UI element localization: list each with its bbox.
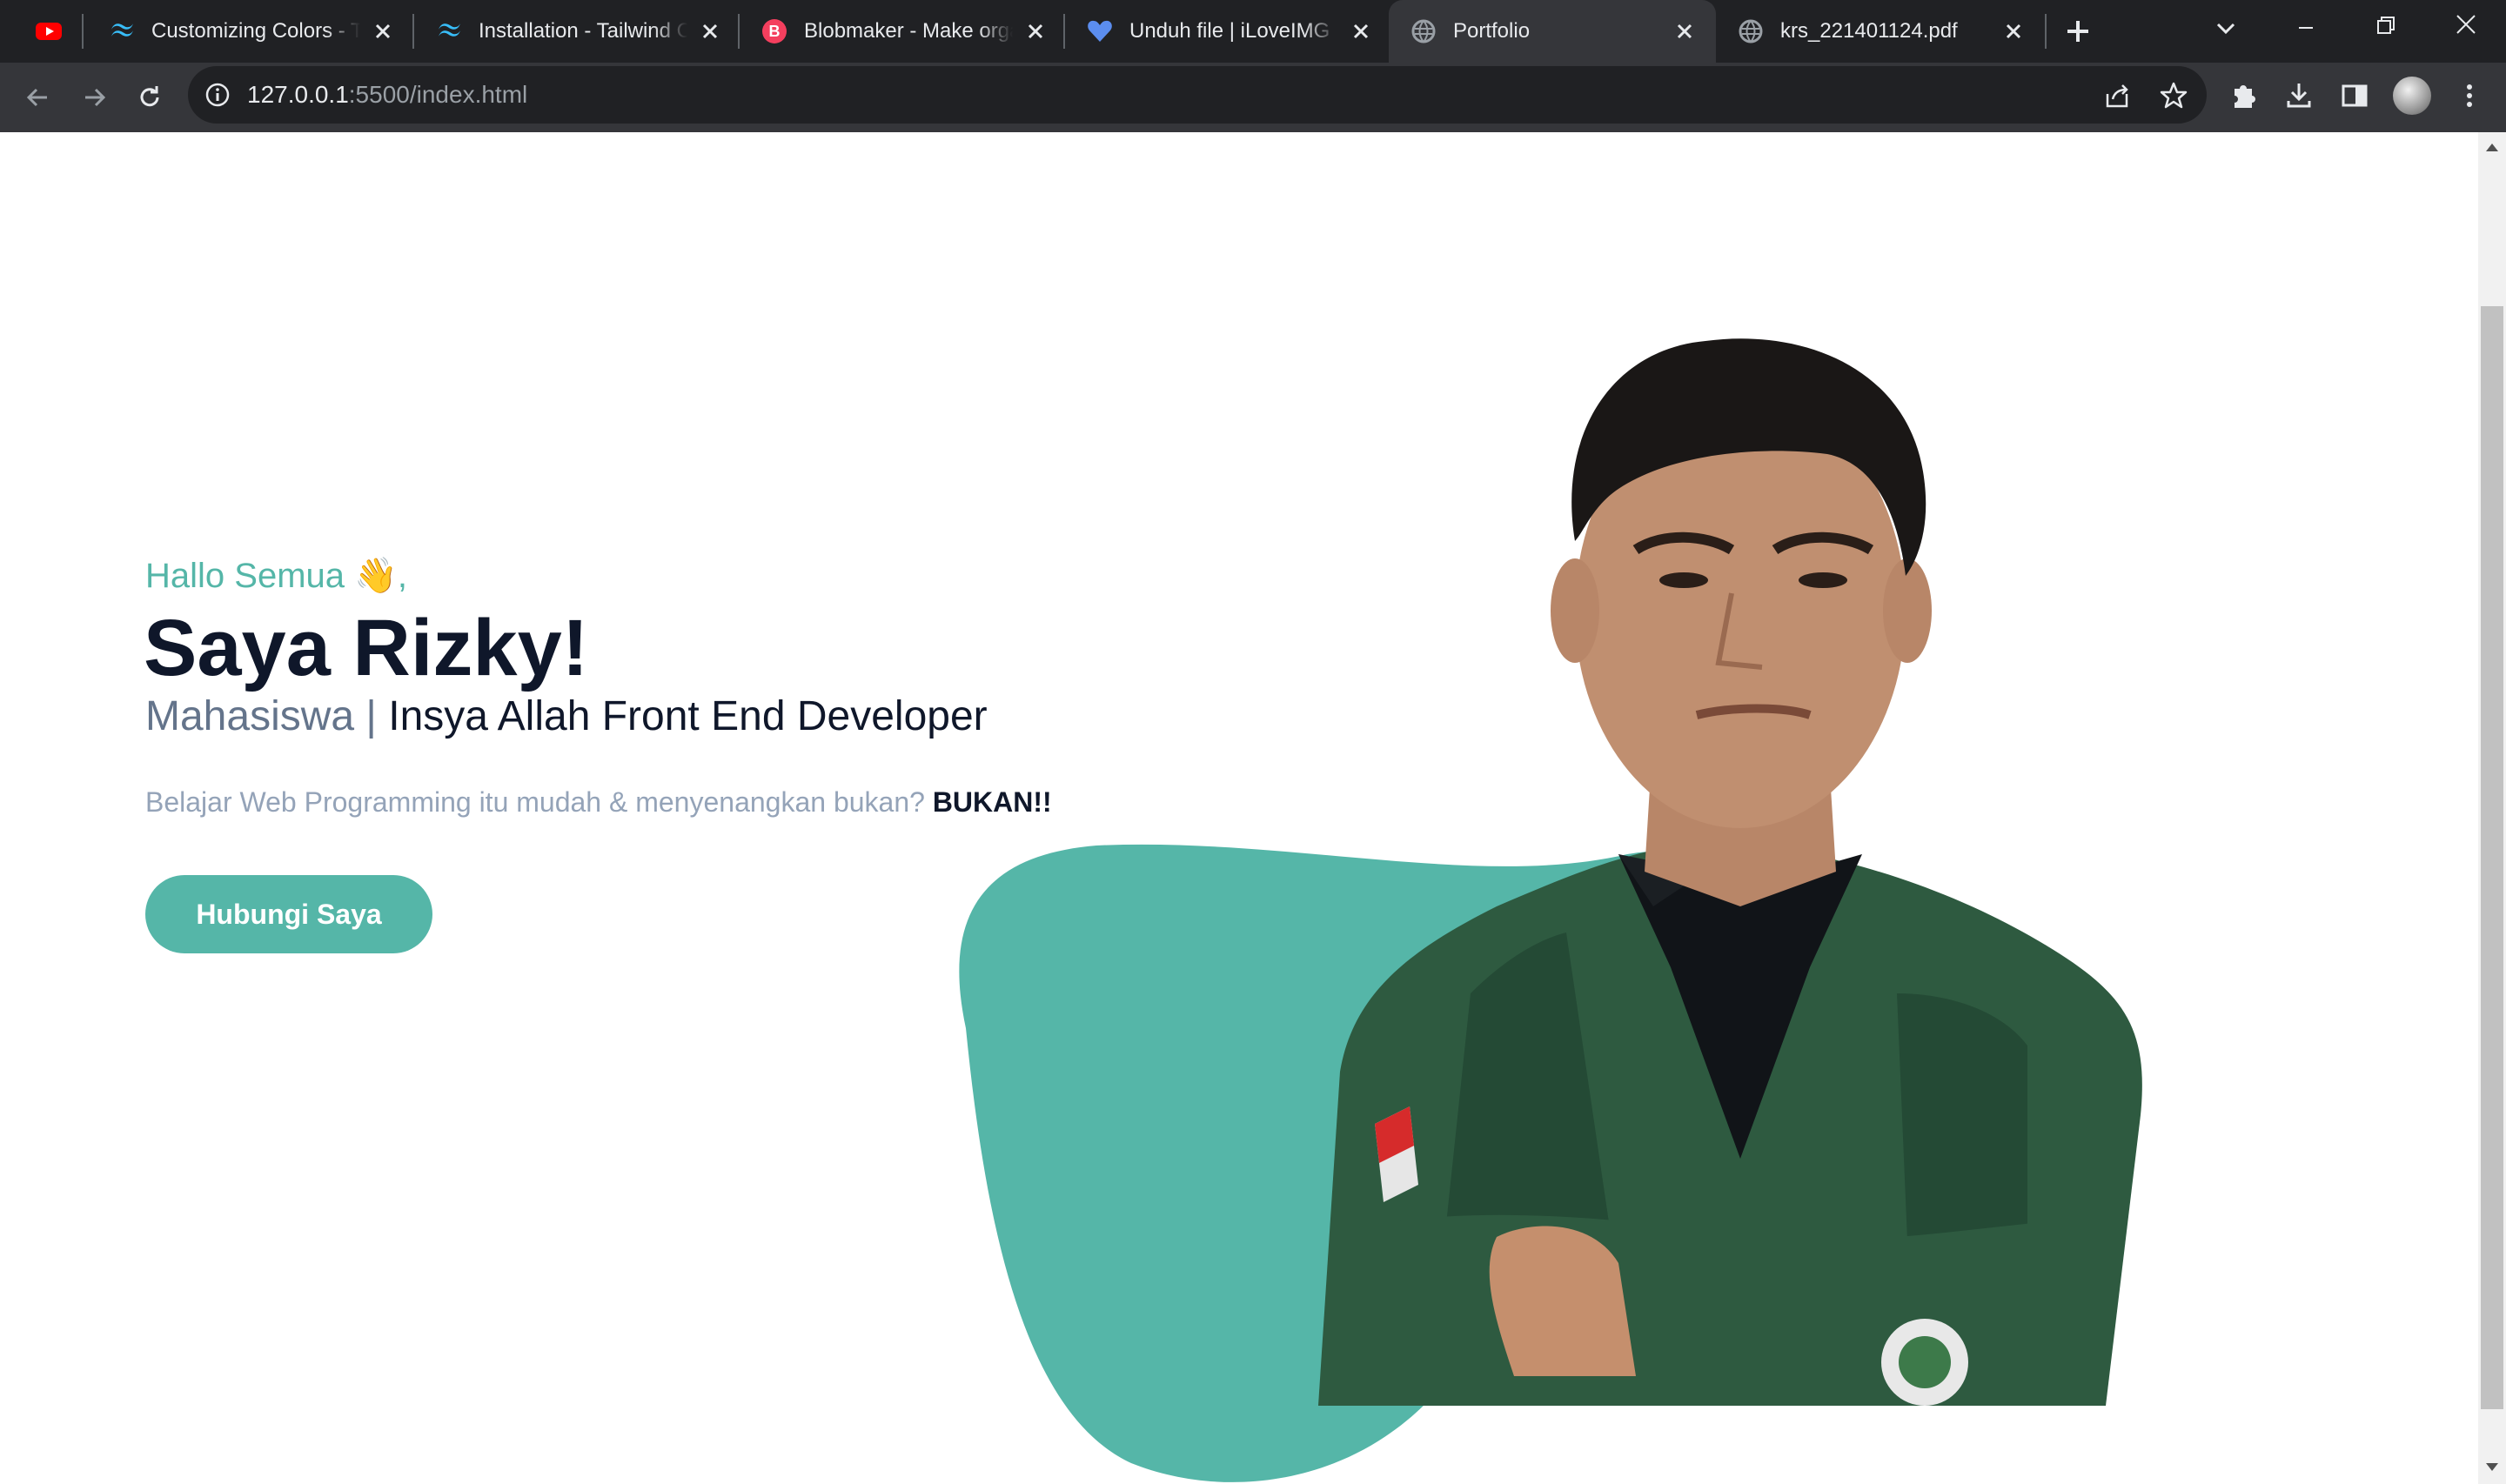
close-icon[interactable] (1023, 19, 1048, 43)
tab-iloveimg[interactable]: Unduh file | iLoveIMG (1065, 0, 1389, 63)
tab-title: Portfolio (1453, 19, 1531, 43)
page-viewport: Hallo Semua 👋, Saya Rizky! Mahasiswa | I… (0, 132, 2478, 1484)
tab-title: Customizing Colors - Tailwind CSS (151, 17, 360, 45)
svg-text:B: B (769, 23, 781, 40)
hero-role: Mahasiswa | Insya Allah Front End Develo… (145, 689, 988, 745)
tab-krs-pdf[interactable]: krs_221401124.pdf (1716, 0, 2043, 63)
tab-blobmaker[interactable]: B Blobmaker - Make organic SVG shapes (740, 0, 1063, 63)
blobmaker-icon: B (762, 19, 787, 43)
close-window-icon[interactable] (2450, 9, 2482, 40)
tailwind-icon (111, 23, 133, 37)
bookmark-star-icon[interactable] (2158, 80, 2189, 111)
close-icon[interactable] (371, 19, 395, 43)
url-text[interactable]: 127.0.0.1:5500/index.html (247, 79, 527, 110)
tab-title: Installation - Tailwind CSS (479, 17, 687, 45)
reload-icon[interactable] (131, 78, 169, 117)
tab-installation[interactable]: Installation - Tailwind CSS (414, 0, 738, 63)
hero-illustration (959, 338, 2142, 1482)
youtube-icon (36, 23, 62, 40)
role-prefix: Mahasiswa | (145, 693, 377, 739)
menu-kebab-icon[interactable] (2454, 80, 2485, 111)
tab-customizing-colors[interactable]: Customizing Colors - Tailwind CSS (87, 0, 411, 63)
download-icon[interactable] (2283, 80, 2315, 111)
tab-search-icon[interactable] (2210, 12, 2241, 43)
restore-icon[interactable] (2370, 10, 2402, 42)
side-panel-icon[interactable] (2339, 80, 2370, 111)
tab-portfolio[interactable]: Portfolio (1389, 0, 1716, 63)
scroll-up-arrow-icon[interactable] (2482, 137, 2503, 158)
profile-avatar[interactable] (2393, 77, 2431, 115)
contact-button[interactable]: Hubungi Saya (145, 875, 432, 953)
minimize-icon[interactable] (2290, 12, 2322, 43)
close-icon[interactable] (1672, 19, 1697, 43)
share-icon[interactable] (2102, 80, 2134, 111)
close-icon[interactable] (2001, 19, 2026, 43)
tab-separator (2045, 14, 2047, 49)
tagline-text: Belajar Web Programming itu mudah & meny… (145, 786, 925, 818)
url-path: :5500/index.html (348, 81, 528, 108)
back-icon[interactable] (19, 78, 57, 117)
tailwind-icon (439, 23, 460, 37)
hero-name: Saya Rizky! (144, 604, 589, 692)
url-host: 127.0.0.1 (247, 81, 349, 108)
tab-separator (82, 14, 84, 49)
extensions-icon[interactable] (2228, 80, 2259, 111)
tab-title: Unduh file | iLoveIMG (1129, 17, 1338, 45)
globe-icon (1739, 19, 1763, 43)
close-icon[interactable] (1349, 19, 1373, 43)
scroll-down-arrow-icon[interactable] (2482, 1456, 2503, 1477)
tab-youtube[interactable] (0, 0, 80, 63)
site-info-icon[interactable] (204, 81, 231, 109)
tab-title: Blobmaker - Make organic SVG shapes (804, 17, 1013, 45)
tab-title: krs_221401124.pdf (1780, 17, 1989, 45)
iloveimg-heart-icon (1088, 20, 1112, 42)
forward-icon[interactable] (75, 78, 113, 117)
globe-icon (1411, 19, 1436, 43)
close-icon[interactable] (698, 19, 722, 43)
new-tab-icon[interactable] (2060, 14, 2095, 49)
scrollbar-thumb[interactable] (2481, 306, 2503, 1409)
tab-strip: Customizing Colors - Tailwind CSS Instal… (0, 0, 2506, 63)
greeting-text: Hallo Semua 👋, (145, 557, 408, 595)
